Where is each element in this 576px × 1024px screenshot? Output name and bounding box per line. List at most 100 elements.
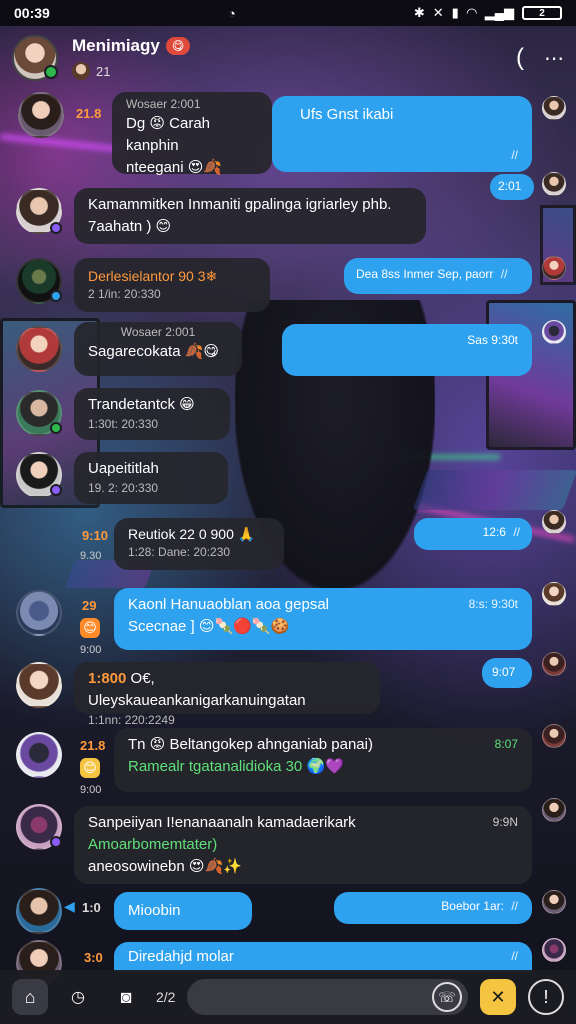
home-icon[interactable]: ⌂ [12, 979, 48, 1015]
message-text: Tn 😡 Beltangokep ahnganiab panai) [128, 736, 373, 753]
message-text: Reutiok 22 0 900 🙏 [128, 526, 256, 542]
reader-avatar [542, 890, 566, 914]
message-text: Derlesielantor 90 3❄ [88, 268, 218, 284]
camera-icon[interactable]: ◙ [108, 979, 144, 1015]
message-side-time: 9.30 [80, 550, 102, 562]
wifi-icon: ◠ [466, 5, 477, 20]
status-badge [50, 422, 62, 434]
message-time: 1:30t: 20:330 [88, 416, 159, 431]
message-text: Sanpeiiyan I!enanaanaln kamadaerikark [88, 814, 356, 831]
message-side-label: 29 [82, 598, 97, 613]
timer-icon[interactable]: ◷ [60, 979, 96, 1015]
status-time: 00:39 [14, 5, 50, 21]
member-avatar [72, 62, 90, 80]
message-text-row: 1:800 O€, Uleyskaueankanigarkanuingatan [88, 668, 366, 712]
message-side-label: 21.8 [76, 106, 102, 121]
message-time: Wosaer 2:001 [126, 97, 201, 111]
message-bubble[interactable]: Wosaer 2:001 Dg 😡 Carah kanphin nteegani… [112, 92, 272, 176]
reader-avatar [542, 96, 566, 120]
sender-avatar[interactable] [16, 888, 62, 934]
sender-avatar[interactable] [16, 590, 62, 636]
message-text: Trandetantck 😁 [88, 396, 195, 413]
reader-avatar [542, 510, 566, 534]
message-time: Sas 9:30t [467, 333, 518, 347]
message-input[interactable]: ☏ [187, 979, 468, 1015]
message-side-label: 3:0 [84, 950, 103, 965]
reader-avatar [542, 724, 566, 748]
message-text-line2: 7aahatn ) 😊 [88, 217, 172, 235]
message-time: 8:07 [494, 737, 518, 751]
message-bubble-outgoing[interactable]: Ufs Gnst ikabi // [272, 96, 532, 172]
read-receipt-icon: // [511, 147, 518, 162]
message-time: 1:1nn: 220:2249 [88, 712, 175, 727]
voice-icon[interactable]: ☏ [432, 982, 462, 1012]
message-text: Boebor 1ar: [441, 899, 504, 913]
reader-avatar [542, 798, 566, 822]
sender-avatar[interactable] [16, 662, 62, 708]
message-bubble[interactable]: Wosaer 2:001 Sagarecokata 🍂😋 [74, 322, 242, 376]
sender-avatar[interactable] [18, 92, 64, 138]
message-bubble[interactable]: Trandetantck 😁 1:30t: 20:330 [74, 388, 230, 440]
message-time: 12:6 [482, 525, 506, 539]
status-notification-icon: ◔ [227, 5, 236, 21]
message-text: Ufs Gnst ikabi [300, 106, 394, 123]
title-emoji-badge: 😋 [165, 37, 191, 55]
reader-avatar [542, 172, 566, 196]
message-time: 2:01 [498, 179, 522, 193]
sticker-icon: 😊 [80, 618, 100, 638]
message-text: Mioobin [128, 902, 181, 919]
message-bubble[interactable]: Sanpeiiyan I!enanaanaln kamadaerikark Am… [74, 806, 532, 884]
message-side-time: 9:00 [80, 784, 102, 796]
sender-avatar[interactable] [16, 326, 62, 372]
neon-light-left [0, 133, 120, 153]
message-bubble[interactable]: Tn 😡 Beltangokep ahnganiab panai) Rameal… [114, 728, 532, 792]
message-time: 1:28: Dane: 20:230 [128, 545, 231, 560]
message-text: Dg 😡 Carah kanphin [126, 115, 211, 155]
wifi-off-icon: ✕ [432, 5, 444, 20]
alert-icon[interactable]: ! [528, 979, 564, 1015]
message-text-line2: Amoarbomemtater) [88, 835, 218, 853]
member-count: 21 [96, 63, 111, 79]
message-text: Kaonl Hanuaoblan aoa gepsal [128, 596, 329, 613]
message-bubble-outgoing[interactable]: Dea 8ss Inmer Sep, paorr // [344, 258, 532, 294]
message-bubble-outgoing[interactable]: Kaonl Hanuaoblan aoa gepsal Scecnae ] 😊🍡… [114, 588, 532, 650]
more-options-icon[interactable]: ⋯ [544, 46, 564, 71]
message-time: 19. 2: 20:330 [88, 480, 159, 495]
chat-header-text[interactable]: Menimiagy 😋 21 [72, 36, 516, 80]
message-text: Dea 8ss Inmer Sep, paorr [356, 267, 494, 281]
message-bubble-outgoing[interactable]: 12:6 // [414, 518, 532, 550]
chat-avatar[interactable] [12, 35, 58, 81]
reader-avatar [542, 320, 566, 344]
sender-avatar[interactable] [16, 732, 62, 778]
online-indicator [44, 65, 58, 79]
sticker-button[interactable]: ✕ [480, 979, 516, 1015]
signal-icon: ▂▄▆ [484, 5, 514, 20]
nfc-icon: ▮ [451, 5, 459, 20]
message-bubble[interactable]: Reutiok 22 0 900 🙏 1:28: Dane: 20:230 [114, 518, 284, 570]
message-time: 9:07 [492, 665, 516, 679]
bottom-input-bar: ⌂ ◷ ◙ 2/2 ☏ ✕ ! [0, 970, 576, 1024]
message-bubble-outgoing[interactable]: Sas 9:30t [282, 324, 532, 376]
message-bubble[interactable]: Derlesielantor 90 3❄ 2 1/in: 20:330 [74, 258, 270, 312]
read-receipt-icon: // [513, 525, 520, 539]
message-bubble-outgoing[interactable]: Boebor 1ar: // [334, 892, 532, 924]
message-bubble-outgoing[interactable]: 9:07 [482, 658, 532, 688]
battery-icon: 2 [522, 6, 562, 20]
message-bubble[interactable]: Uapeititlah 19. 2: 20:330 [74, 452, 228, 504]
status-badge [50, 484, 62, 496]
message-bubble-outgoing[interactable]: Mioobin [114, 892, 252, 930]
back-button[interactable]: ( [516, 44, 524, 72]
message-bubble-outgoing[interactable]: 2:01 [490, 174, 534, 200]
reader-avatar [542, 256, 566, 280]
sticker-icon: 😊 [80, 758, 100, 778]
message-bubble[interactable]: Kamammitken Inmaniti gpalinga igriarley … [74, 188, 426, 244]
message-bubble-outgoing[interactable]: Diredahjd molar // [114, 942, 532, 972]
message-text: Uapeititlah [88, 460, 159, 477]
message-time: 2 1/in: 20:330 [88, 287, 161, 302]
read-receipt-icon: // [500, 267, 508, 281]
message-side-label: 1:800 [88, 670, 127, 687]
message-text-line3: aneosowinebn 😍🍂✨ [88, 857, 242, 875]
message-text-line2: Scecnae ] 😊🍡🔴🍡🍪 [128, 617, 290, 635]
message-bubble[interactable]: 1:800 O€, Uleyskaueankanigarkanuingatan … [74, 662, 380, 727]
reaction-count: 2/2 [156, 989, 176, 1005]
